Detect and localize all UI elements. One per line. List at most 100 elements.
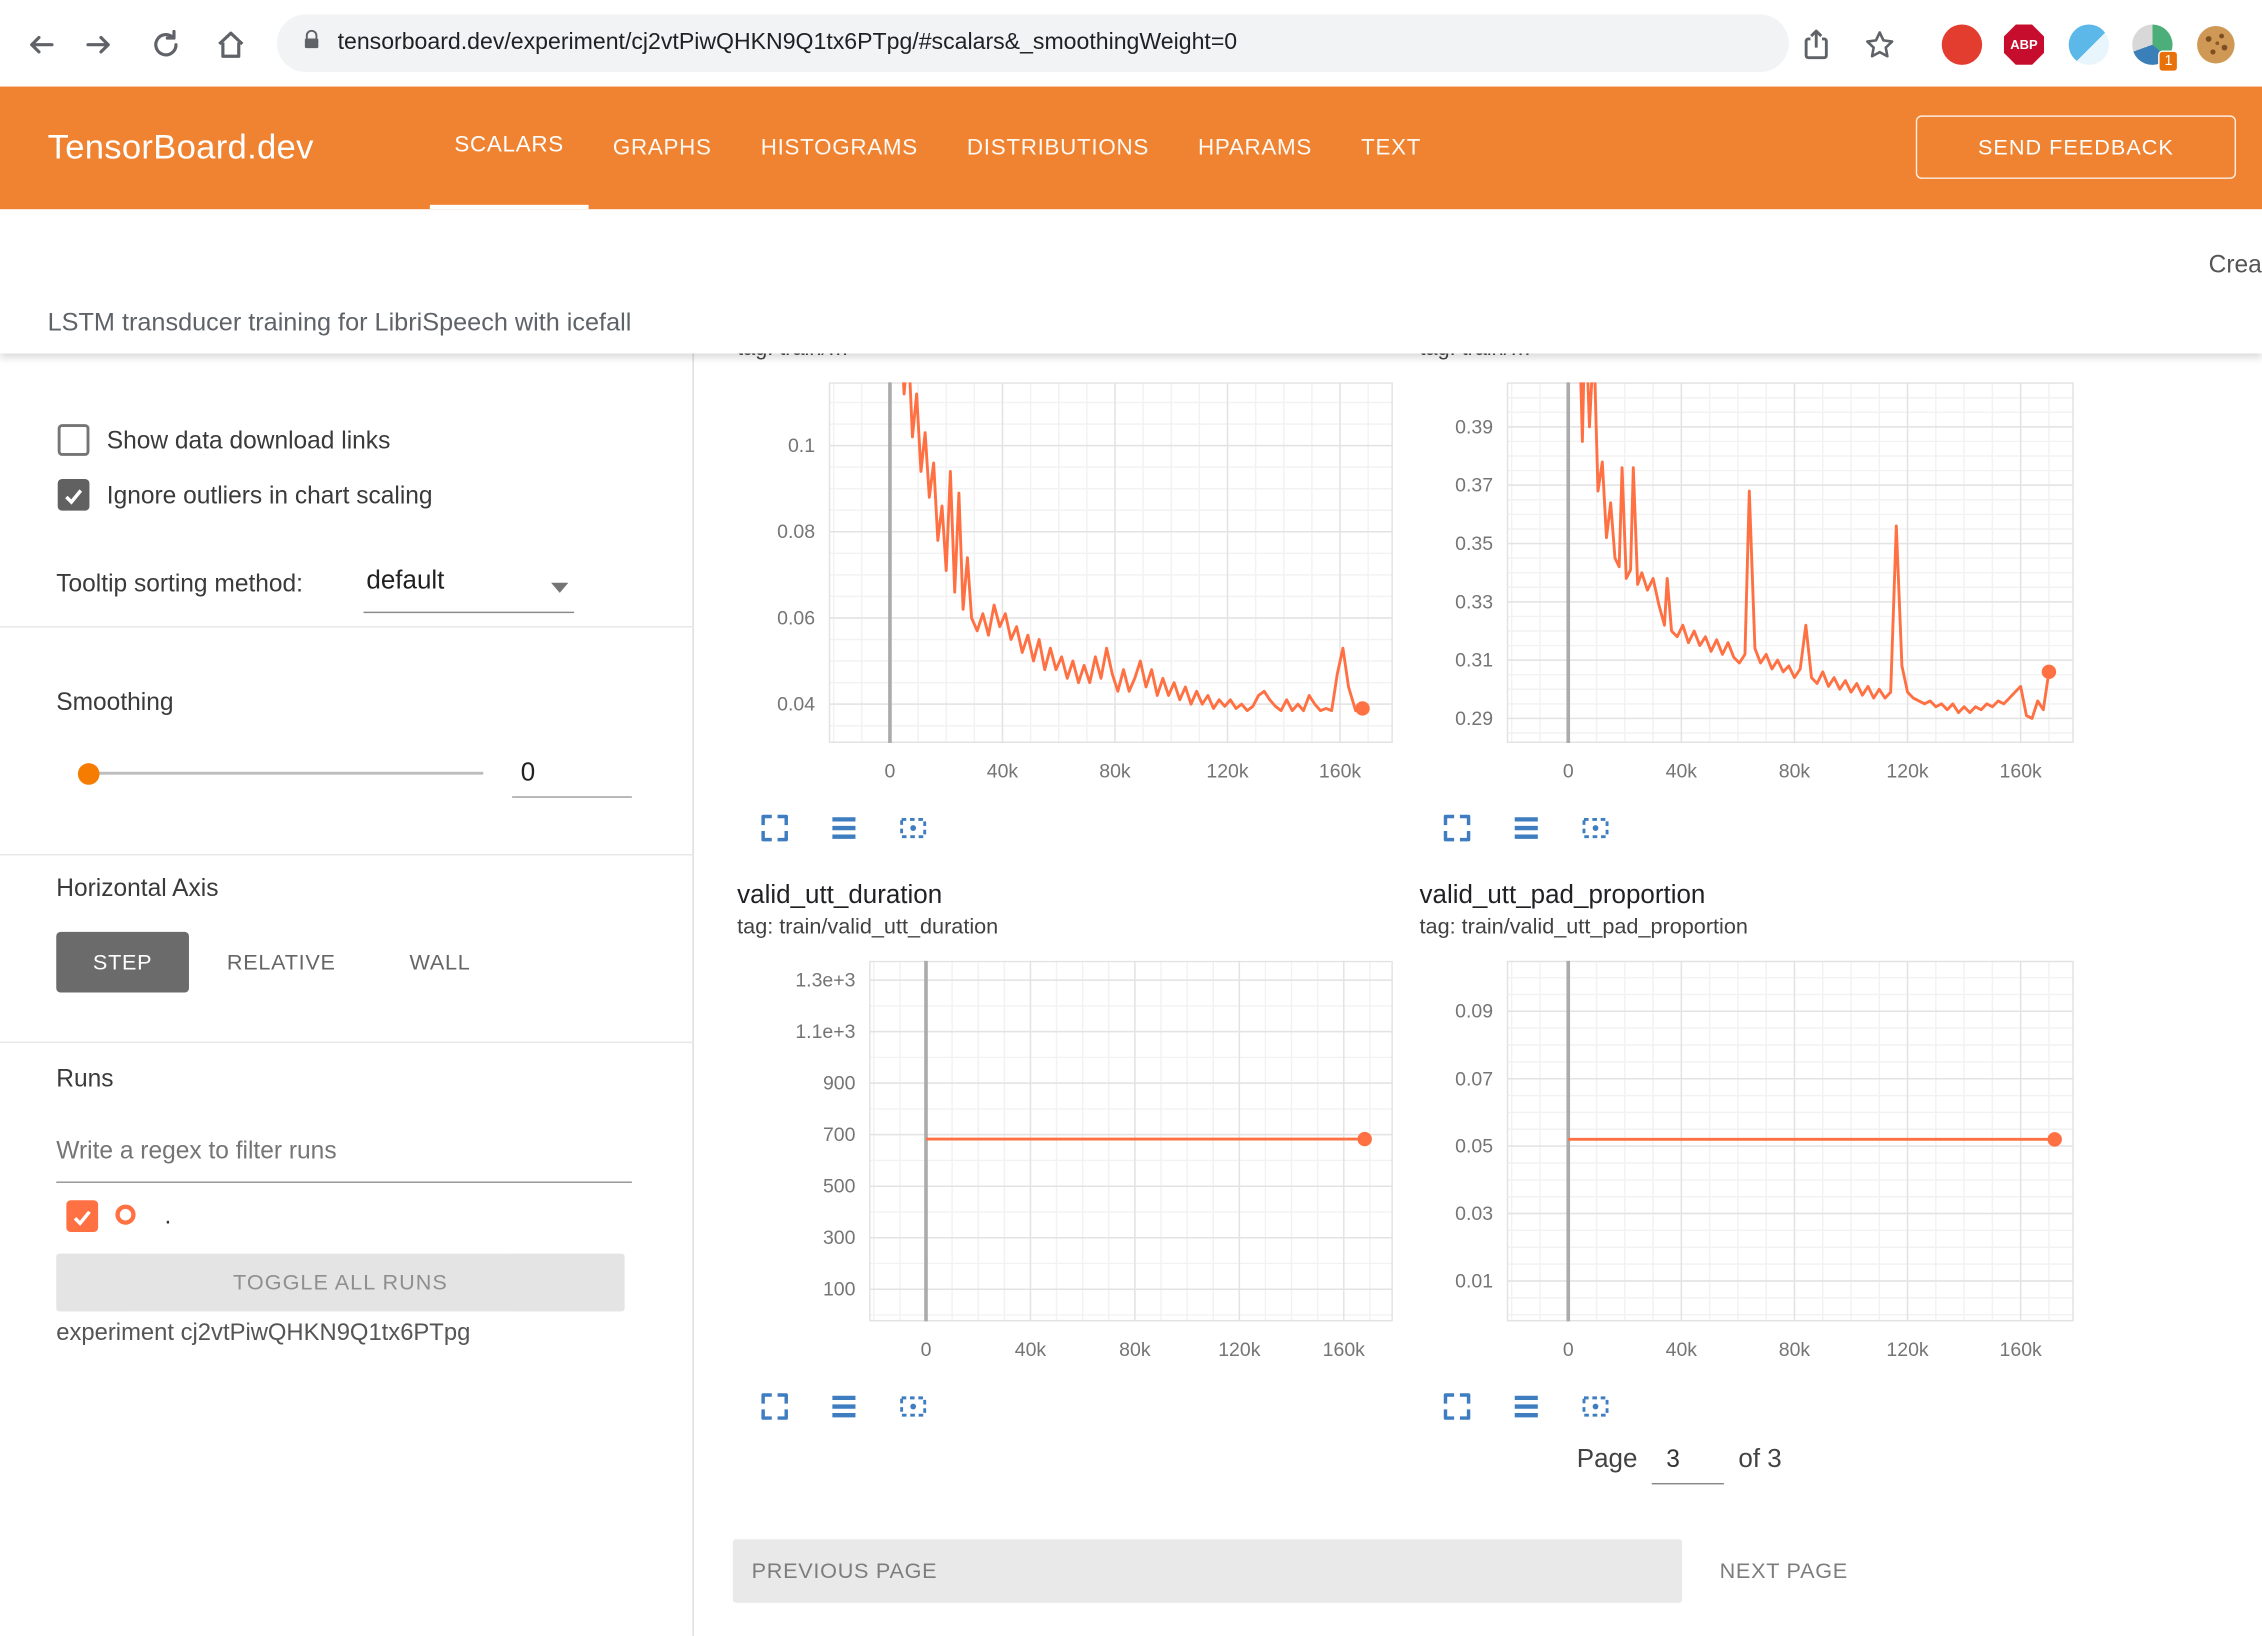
scalar-chart[interactable]: 0.040.060.080.1040k80k120k160k	[729, 382, 1421, 796]
tab-graphs[interactable]: GRAPHS	[588, 87, 736, 210]
share-icon[interactable]	[1799, 27, 1834, 62]
data-series-icon[interactable]	[827, 1389, 862, 1424]
bookmark-star-icon[interactable]	[1862, 27, 1897, 62]
smoothing-value-input[interactable]	[512, 754, 632, 797]
svg-text:0.33: 0.33	[1455, 591, 1493, 613]
svg-text:1.3e+3: 1.3e+3	[795, 970, 855, 992]
tab-distributions[interactable]: DISTRIBUTIONS	[942, 87, 1173, 210]
send-feedback-button[interactable]: SEND FEEDBACK	[1916, 115, 2236, 178]
fit-domain-icon[interactable]	[1578, 1389, 1613, 1424]
svg-text:0.31: 0.31	[1455, 650, 1493, 672]
svg-text:80k: 80k	[1099, 761, 1131, 783]
page-number-input[interactable]	[1652, 1443, 1724, 1485]
settings-sidebar: Show data download links Ignore outliers…	[0, 353, 694, 1635]
app-title: TensorBoard.dev	[48, 87, 314, 210]
horizontal-axis-label: Horizontal Axis	[56, 874, 218, 903]
svg-text:0.08: 0.08	[777, 521, 815, 543]
expand-chart-icon[interactable]	[757, 1389, 792, 1424]
svg-text:120k: 120k	[1206, 761, 1248, 783]
ignore-outliers-checkbox[interactable]	[58, 479, 90, 511]
tab-scalars[interactable]: SCALARS	[430, 87, 589, 210]
clipped-right-link[interactable]: Crea	[2209, 251, 2262, 280]
runs-filter-input[interactable]	[56, 1121, 632, 1183]
expand-chart-icon[interactable]	[1440, 811, 1475, 846]
show-download-links-label: Show data download links	[107, 427, 391, 456]
experiment-id: experiment cj2vtPiwQHKN9Q1tx6PTpg	[56, 1320, 470, 1347]
scalar-chart[interactable]: 0.290.310.330.350.370.39040k80k120k160k	[1411, 382, 2103, 796]
browser-toolbar: tensorboard.dev/experiment/cj2vtPiwQHKN9…	[0, 0, 2262, 87]
extension-badge: 1	[2159, 50, 2179, 72]
svg-text:160k: 160k	[2000, 761, 2042, 783]
axis-wall-button[interactable]: WALL	[382, 932, 497, 993]
svg-text:160k: 160k	[2000, 1339, 2042, 1361]
chart-tag: tag: train/…	[729, 353, 1421, 367]
smoothing-slider-thumb[interactable]	[78, 763, 100, 785]
scalar-chart[interactable]: 0.010.030.050.070.09040k80k120k160k	[1411, 961, 2103, 1375]
address-bar[interactable]: tensorboard.dev/experiment/cj2vtPiwQHKN9…	[277, 14, 1789, 72]
abp-extension-icon[interactable]: ABP	[2004, 25, 2044, 65]
toggle-all-runs-button[interactable]: TOGGLE ALL RUNS	[56, 1254, 624, 1312]
svg-text:80k: 80k	[1119, 1339, 1151, 1361]
axis-step-button[interactable]: STEP	[56, 932, 189, 993]
svg-text:160k: 160k	[1319, 761, 1361, 783]
adblock-extension-icon[interactable]	[1942, 25, 1982, 65]
chart-tag: tag: train/valid_utt_pad_proportion	[1411, 915, 2103, 947]
back-icon[interactable]	[23, 27, 58, 62]
data-series-icon[interactable]	[1509, 811, 1544, 846]
app-header: TensorBoard.dev SCALARS GRAPHS HISTOGRAM…	[0, 87, 2262, 210]
svg-text:40k: 40k	[1666, 761, 1698, 783]
run-checkbox[interactable]	[66, 1200, 98, 1232]
svg-text:1.1e+3: 1.1e+3	[795, 1021, 855, 1043]
run-color-swatch	[115, 1205, 135, 1225]
pie-extension-icon[interactable]: 1	[2132, 25, 2172, 65]
svg-text:80k: 80k	[1779, 761, 1811, 783]
data-series-icon[interactable]	[827, 811, 862, 846]
home-icon[interactable]	[214, 27, 249, 62]
blue-extension-icon[interactable]	[2069, 25, 2109, 65]
forward-icon[interactable]	[82, 27, 117, 62]
next-page-button[interactable]: NEXT PAGE	[1705, 1539, 1862, 1602]
nav-tabs: SCALARS GRAPHS HISTOGRAMS DISTRIBUTIONS …	[430, 87, 1446, 210]
previous-page-button[interactable]: PREVIOUS PAGE	[733, 1539, 1682, 1602]
svg-text:500: 500	[823, 1176, 856, 1198]
expand-chart-icon[interactable]	[757, 811, 792, 846]
pagination: Page of 3	[1577, 1443, 1782, 1485]
tooltip-sorting-value: default	[364, 560, 575, 596]
data-series-icon[interactable]	[1509, 1389, 1544, 1424]
tab-hparams[interactable]: HPARAMS	[1174, 87, 1337, 210]
svg-text:300: 300	[823, 1227, 856, 1249]
fit-domain-icon[interactable]	[1578, 811, 1613, 846]
chart-tag: tag: train/valid_utt_duration	[729, 915, 1421, 947]
reload-icon[interactable]	[149, 27, 184, 62]
svg-text:0: 0	[1563, 1339, 1574, 1361]
svg-text:0.29: 0.29	[1455, 708, 1493, 730]
svg-text:120k: 120k	[1218, 1339, 1260, 1361]
divider	[0, 854, 694, 855]
smoothing-slider-track[interactable]	[79, 772, 483, 775]
svg-text:40k: 40k	[1015, 1339, 1047, 1361]
fit-domain-icon[interactable]	[896, 1389, 931, 1424]
chevron-down-icon	[551, 583, 568, 593]
show-download-links-checkbox[interactable]	[58, 424, 90, 456]
fit-domain-icon[interactable]	[896, 811, 931, 846]
svg-text:0.1: 0.1	[788, 435, 815, 457]
tab-histograms[interactable]: HISTOGRAMS	[736, 87, 942, 210]
expand-chart-icon[interactable]	[1440, 1389, 1475, 1424]
experiment-header: Crea LSTM transducer training for LibriS…	[0, 209, 2262, 353]
tab-text[interactable]: TEXT	[1337, 87, 1446, 210]
tooltip-sorting-label: Tooltip sorting method:	[56, 570, 303, 599]
chart-card-clipped-1: tag: train/… 0.040.060.080.1040k80k120k1…	[729, 353, 1421, 845]
svg-text:80k: 80k	[1779, 1339, 1811, 1361]
tooltip-sorting-select[interactable]: default	[364, 560, 575, 613]
svg-text:0: 0	[885, 761, 896, 783]
url-text: tensorboard.dev/experiment/cj2vtPiwQHKN9…	[338, 30, 1238, 56]
svg-text:0.05: 0.05	[1455, 1136, 1493, 1158]
scalar-chart[interactable]: 1003005007009001.1e+31.3e+3040k80k120k16…	[729, 961, 1421, 1375]
axis-relative-button[interactable]: RELATIVE	[216, 932, 346, 993]
chart-title: valid_utt_duration	[729, 880, 1421, 915]
chart-card-valid-utt-duration: valid_utt_duration tag: train/valid_utt_…	[729, 880, 1421, 1424]
svg-text:0.06: 0.06	[777, 608, 815, 630]
cookie-avatar-icon[interactable]	[2196, 25, 2236, 65]
ignore-outliers-label: Ignore outliers in chart scaling	[107, 482, 433, 511]
svg-text:0.04: 0.04	[777, 694, 815, 716]
